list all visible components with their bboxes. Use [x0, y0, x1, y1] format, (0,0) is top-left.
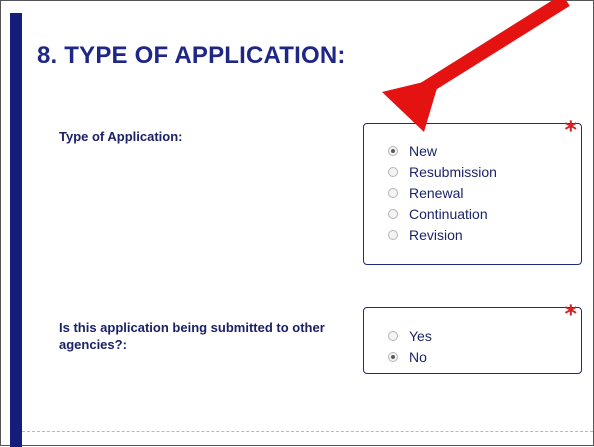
radio-option-label: New	[409, 142, 438, 159]
radio-option-resubmission[interactable]: Resubmission	[388, 161, 497, 182]
radio-option-yes[interactable]: Yes	[388, 325, 432, 346]
radio-option-new[interactable]: New	[388, 140, 497, 161]
radio-button[interactable]	[388, 330, 398, 341]
radio-option-label: No	[409, 348, 427, 365]
section-divider	[22, 431, 593, 432]
radio-option-continuation[interactable]: Continuation	[388, 203, 497, 224]
radio-button[interactable]	[388, 351, 398, 362]
radio-option-renewal[interactable]: Renewal	[388, 182, 497, 203]
radio-option-label: Continuation	[409, 205, 488, 222]
radio-option-label: Renewal	[409, 184, 464, 201]
required-asterisk-icon: *	[564, 116, 577, 144]
radio-option-revision[interactable]: Revision	[388, 224, 497, 245]
form-panel: 8. TYPE OF APPLICATION: Type of Applicat…	[0, 0, 594, 447]
type-of-application-radio-group: * New Resubmission Renewal Continuation …	[363, 118, 582, 265]
radio-button[interactable]	[388, 229, 398, 240]
radio-button[interactable]	[388, 187, 398, 198]
radio-option-label: Yes	[409, 327, 432, 344]
type-of-application-label: Type of Application:	[59, 129, 183, 144]
other-agencies-label: Is this application being submitted to o…	[59, 320, 325, 352]
radio-button[interactable]	[388, 208, 398, 219]
radio-option-label: Revision	[409, 226, 463, 243]
radio-button[interactable]	[388, 166, 398, 177]
other-agencies-radio-group: * Yes No	[363, 302, 582, 374]
section-accent-bar	[10, 13, 22, 447]
required-asterisk-icon: *	[564, 300, 577, 328]
radio-option-label: Resubmission	[409, 163, 497, 180]
section-title: 8. TYPE OF APPLICATION:	[37, 42, 346, 69]
radio-option-no[interactable]: No	[388, 346, 432, 367]
radio-button[interactable]	[388, 145, 398, 156]
